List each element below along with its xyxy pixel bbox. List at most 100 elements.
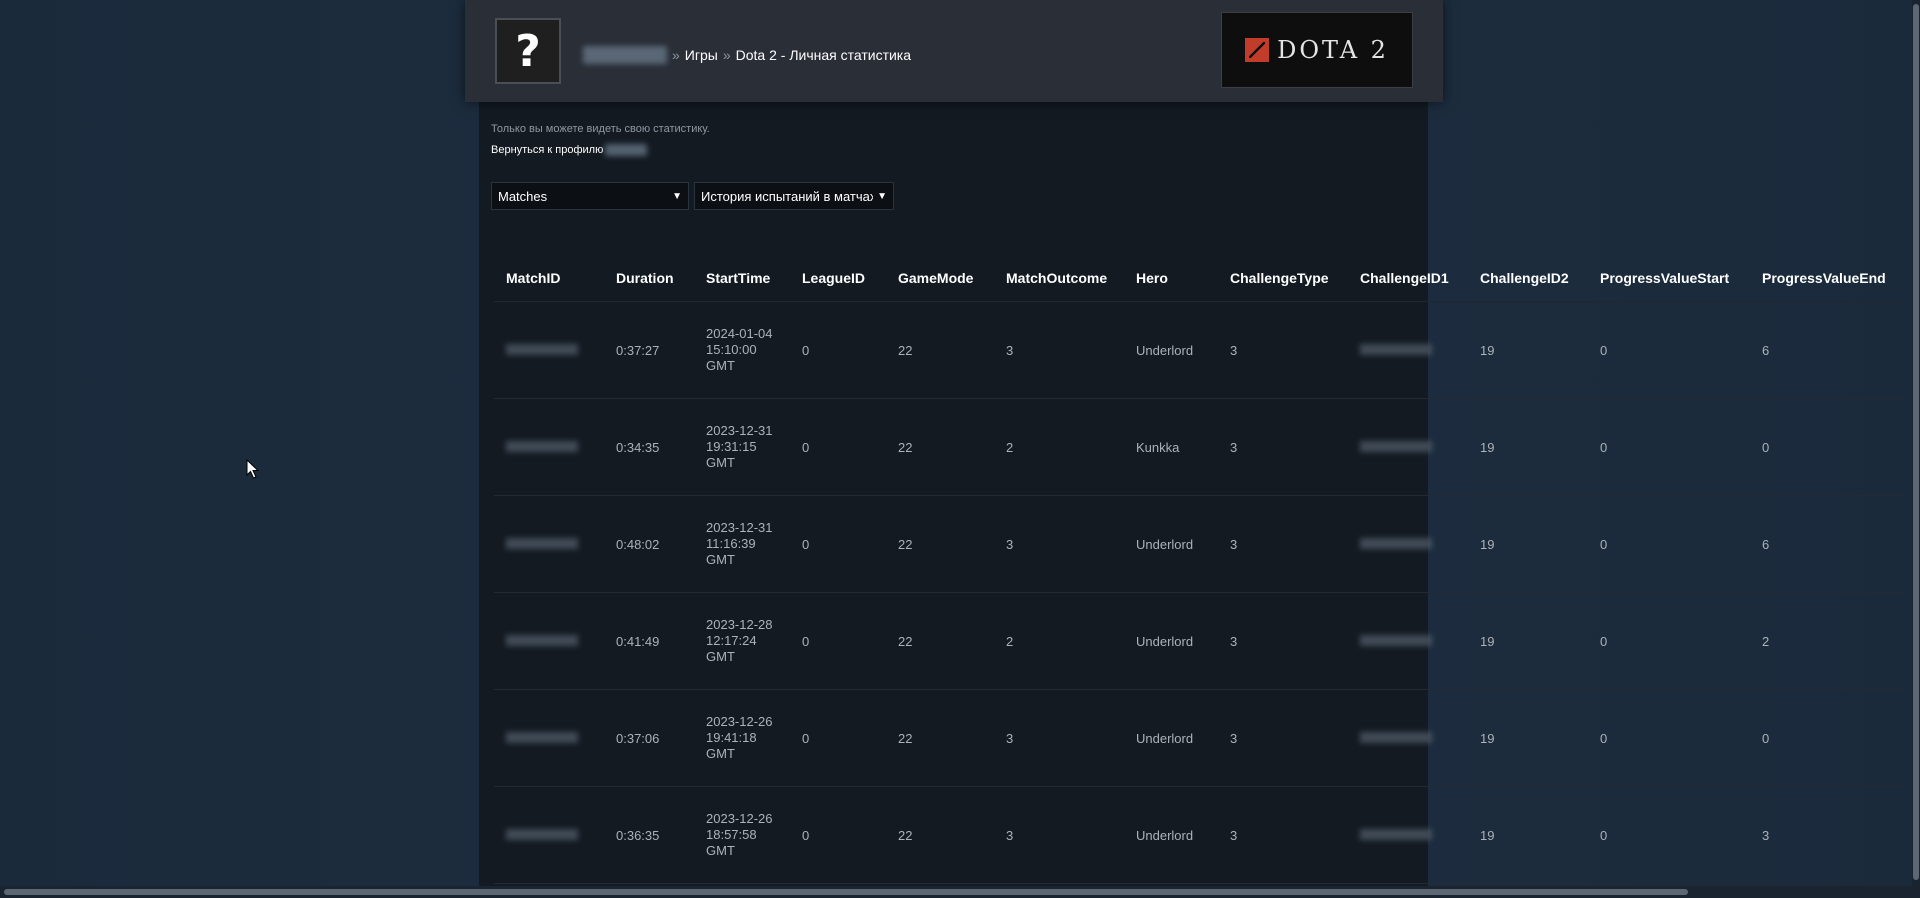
horizontal-scroll-thumb[interactable]	[4, 889, 1688, 895]
match-id-cell-redacted	[494, 592, 604, 690]
progress-end-cell: 6	[1750, 301, 1904, 399]
vertical-scrollbar[interactable]	[1912, 0, 1920, 886]
challenge-type-cell: 3	[1218, 592, 1348, 690]
league-id-cell: 0	[790, 689, 886, 787]
progress-start-cell: 0	[1588, 689, 1750, 787]
column-header: Duration	[604, 255, 694, 302]
column-header: ProgressValueEnd	[1750, 255, 1904, 302]
challenge-type-cell: 3	[1218, 301, 1348, 399]
duration-cell: 0:34:35	[604, 398, 694, 496]
challenge-id1-cell-redacted	[1348, 689, 1468, 787]
match-id-cell-redacted	[494, 301, 604, 399]
league-id-cell: 0	[790, 398, 886, 496]
match-outcome-cell: 3	[994, 689, 1124, 787]
profile-name-link-redacted[interactable]	[583, 46, 667, 64]
column-header: ChallengeID2	[1468, 255, 1588, 302]
challenge-id2-cell: 19	[1468, 301, 1588, 399]
back-to-profile-link[interactable]: Вернуться к профилю	[491, 144, 648, 156]
match-id-cell-redacted	[494, 495, 604, 593]
back-link-label: Вернуться к профилю	[491, 144, 604, 156]
match-id-cell-redacted	[494, 786, 604, 884]
challenge-type-cell: 3	[1218, 495, 1348, 593]
profile-header: ? » Игры » Dota 2 - Личная статистика DO…	[465, 0, 1443, 102]
hero-cell: Kunkka	[1124, 398, 1218, 496]
category-select[interactable]: Matches ▼	[491, 182, 689, 210]
league-id-cell: 0	[790, 301, 886, 399]
challenge-id1-cell-redacted	[1348, 398, 1468, 496]
start-time-cell: 2023-12-26 18:57:58 GMT	[694, 786, 790, 884]
challenge-id1-cell-redacted	[1348, 495, 1468, 593]
category-select-value: Matches	[498, 188, 548, 204]
start-time-cell: 2023-12-26 19:41:18 GMT	[694, 689, 790, 787]
breadcrumb: » Игры » Dota 2 - Личная статистика	[583, 46, 911, 64]
chevron-down-icon: ▼	[877, 190, 887, 202]
table-row: 0:36:35 2023-12-26 18:57:58 GMT 0 22 3 U…	[494, 786, 1904, 884]
challenge-id1-cell-redacted	[1348, 301, 1468, 399]
challenge-type-cell: 3	[1218, 786, 1348, 884]
match-outcome-cell: 3	[994, 495, 1124, 593]
column-header: MatchOutcome	[994, 255, 1124, 302]
page-viewport: ? » Игры » Dota 2 - Личная статистика DO…	[0, 0, 1920, 898]
hero-cell: Underlord	[1124, 689, 1218, 787]
challenge-type-cell: 3	[1218, 689, 1348, 787]
progress-end-cell: 0	[1750, 689, 1904, 787]
league-id-cell: 0	[790, 495, 886, 593]
vertical-scroll-thumb[interactable]	[1913, 4, 1919, 880]
match-outcome-cell: 3	[994, 786, 1124, 884]
mouse-pointer-icon	[246, 458, 260, 485]
match-outcome-cell: 2	[994, 592, 1124, 690]
privacy-notice: Только вы можете видеть свою статистику.	[491, 123, 710, 135]
progress-start-cell: 0	[1588, 495, 1750, 593]
progress-start-cell: 0	[1588, 398, 1750, 496]
progress-end-cell: 0	[1750, 398, 1904, 496]
avatar-placeholder-glyph: ?	[515, 25, 541, 77]
game-mode-cell: 22	[886, 689, 994, 787]
progress-start-cell: 0	[1588, 592, 1750, 690]
start-time-cell: 2023-12-31 19:31:15 GMT	[694, 398, 790, 496]
progress-end-cell: 2	[1750, 592, 1904, 690]
column-header: ProgressValueStart	[1588, 255, 1750, 302]
breadcrumb-separator: »	[722, 47, 731, 63]
game-mode-cell: 22	[886, 398, 994, 496]
breadcrumb-games-link[interactable]: Игры	[685, 47, 718, 63]
stats-table: MatchID Duration StartTime LeagueID Game…	[494, 255, 1904, 884]
column-header: ChallengeID1	[1348, 255, 1468, 302]
column-header: MatchID	[494, 255, 604, 302]
progress-end-cell: 6	[1750, 495, 1904, 593]
stat-select-value: История испытаний в матчах	[701, 188, 874, 204]
game-logo-text: DOTA 2	[1277, 36, 1389, 64]
progress-start-cell: 0	[1588, 301, 1750, 399]
match-id-cell-redacted	[494, 398, 604, 496]
start-time-cell: 2024-01-04 15:10:00 GMT	[694, 301, 790, 399]
stat-select[interactable]: История испытаний в матчах ▼	[694, 182, 894, 210]
league-id-cell: 0	[790, 592, 886, 690]
progress-end-cell: 3	[1750, 786, 1904, 884]
column-header: Hero	[1124, 255, 1218, 302]
column-header: ChallengeType	[1218, 255, 1348, 302]
duration-cell: 0:48:02	[604, 495, 694, 593]
avatar[interactable]: ?	[495, 18, 561, 84]
match-outcome-cell: 3	[994, 301, 1124, 399]
duration-cell: 0:37:27	[604, 301, 694, 399]
stats-table-container: MatchID Duration StartTime LeagueID Game…	[494, 255, 1920, 884]
game-mode-cell: 22	[886, 592, 994, 690]
horizontal-scrollbar[interactable]	[0, 886, 1920, 898]
hero-cell: Underlord	[1124, 786, 1218, 884]
game-logo[interactable]: DOTA 2	[1221, 12, 1413, 88]
game-mode-cell: 22	[886, 301, 994, 399]
table-row: 0:48:02 2023-12-31 11:16:39 GMT 0 22 3 U…	[494, 495, 1904, 593]
game-mode-cell: 22	[886, 495, 994, 593]
hero-cell: Underlord	[1124, 495, 1218, 593]
start-time-cell: 2023-12-28 12:17:24 GMT	[694, 592, 790, 690]
table-row: 0:34:35 2023-12-31 19:31:15 GMT 0 22 2 K…	[494, 398, 1904, 496]
duration-cell: 0:36:35	[604, 786, 694, 884]
duration-cell: 0:41:49	[604, 592, 694, 690]
breadcrumb-separator: »	[672, 47, 680, 63]
column-header: GameMode	[886, 255, 994, 302]
column-header: StartTime	[694, 255, 790, 302]
chevron-down-icon: ▼	[672, 190, 682, 202]
breadcrumb-current-page: Dota 2 - Личная статистика	[735, 47, 912, 63]
challenge-id2-cell: 19	[1468, 398, 1588, 496]
progress-start-cell: 0	[1588, 786, 1750, 884]
league-id-cell: 0	[790, 786, 886, 884]
